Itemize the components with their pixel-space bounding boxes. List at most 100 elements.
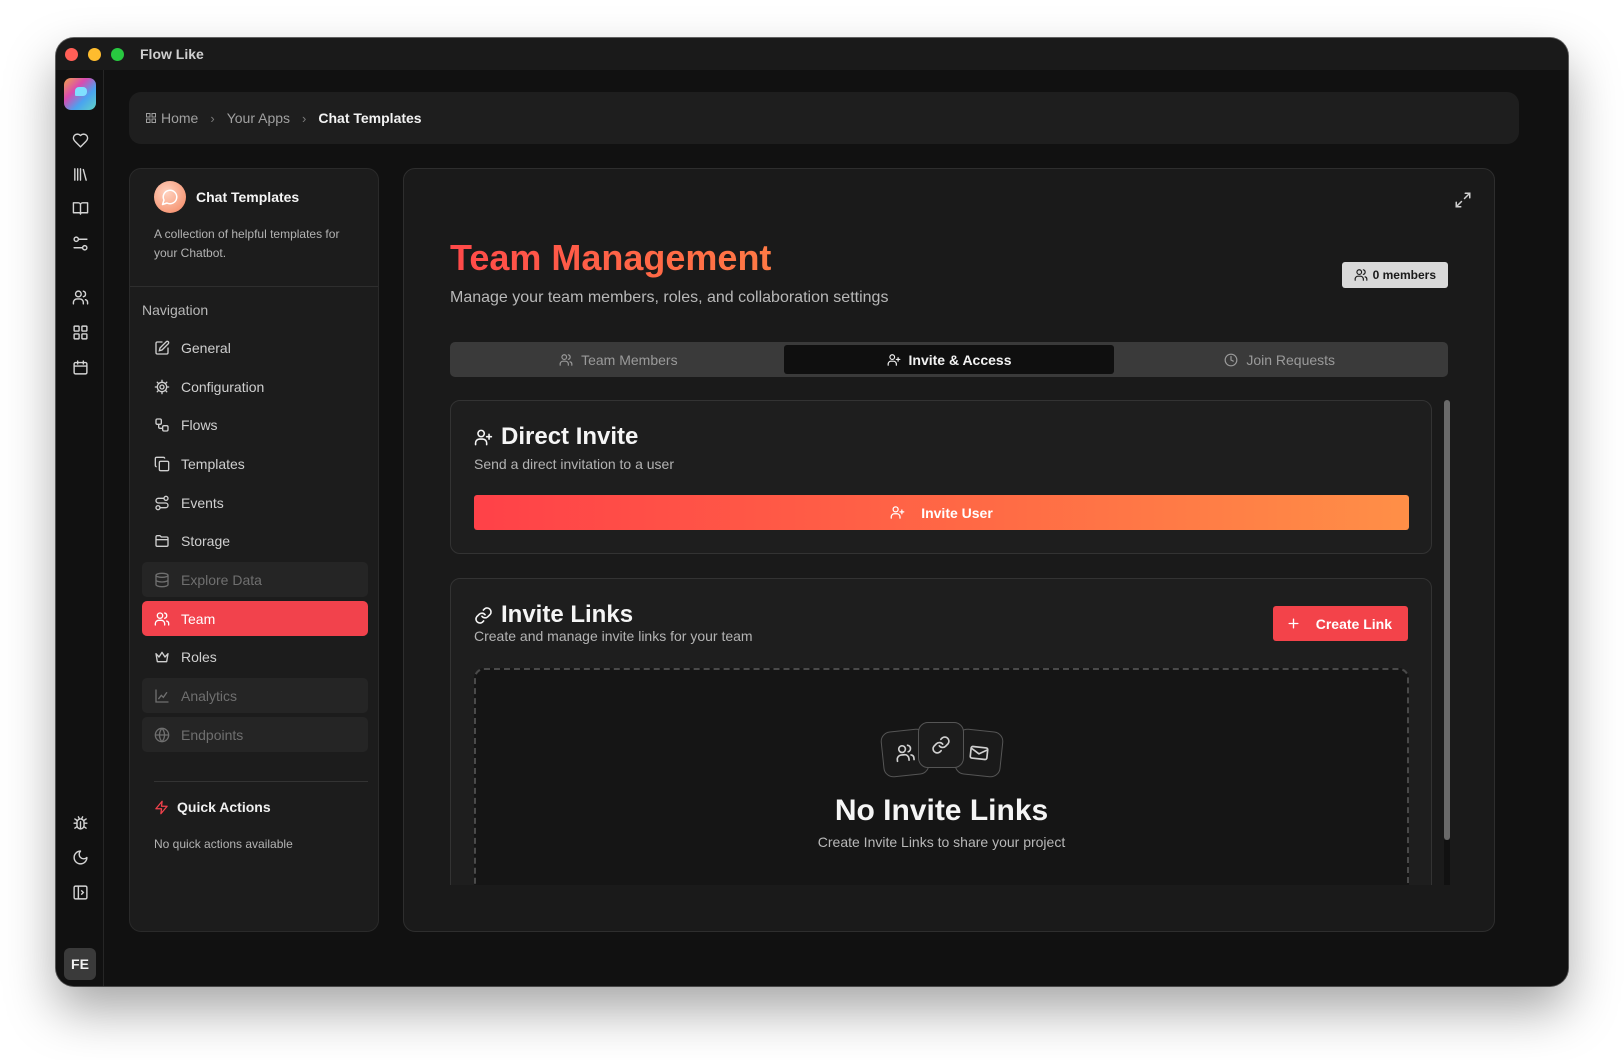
nav-item-roles[interactable]: Roles <box>142 639 368 674</box>
direct-invite-card: Direct Invite Send a direct invitation t… <box>450 400 1432 554</box>
crown-icon <box>155 651 169 662</box>
members-count-badge: 0 members <box>1341 262 1448 288</box>
nav-item-flows[interactable]: Flows <box>142 407 368 442</box>
nav-item-label: Storage <box>181 532 231 549</box>
moon-icon[interactable] <box>68 845 92 869</box>
page-title: Team Management <box>450 237 772 278</box>
calendar-icon[interactable] <box>68 355 92 379</box>
invite-user-button[interactable]: Invite User <box>474 495 1409 530</box>
window-title: Flow Like <box>140 46 204 62</box>
book-icon[interactable] <box>68 196 92 220</box>
direct-invite-title: Direct Invite <box>501 423 639 450</box>
icon-rail: FE <box>56 70 104 986</box>
invite-scroll-area[interactable]: Direct Invite Send a direct invitation t… <box>450 400 1450 885</box>
app-logo[interactable] <box>64 78 96 110</box>
page-subtitle: Manage your team members, roles, and col… <box>450 289 889 306</box>
nav-item-analytics: Analytics <box>142 678 368 713</box>
nav-item-label: Configuration <box>181 378 265 395</box>
clock-icon <box>1224 353 1238 366</box>
create-link-button[interactable]: Create Link <box>1272 606 1408 641</box>
nav-item-explore-data: Explore Data <box>142 562 368 597</box>
team-tabs: Team Members Invite & Access Join Reques… <box>450 342 1448 377</box>
tab-invite-access[interactable]: Invite & Access <box>783 345 1115 374</box>
empty-state-subtitle: Create Invite Links to share your projec… <box>817 834 1066 850</box>
create-link-label: Create Link <box>1315 615 1392 632</box>
users-icon <box>154 611 170 626</box>
users-icon <box>1354 269 1368 281</box>
user-plus-icon <box>887 353 900 366</box>
cog-icon <box>154 379 170 394</box>
tab-team-members[interactable]: Team Members <box>453 345 784 374</box>
nav-item-label: Templates <box>181 455 245 472</box>
users-icon <box>559 353 573 366</box>
invite-links-title: Invite Links <box>501 601 634 628</box>
invite-user-label: Invite User <box>921 504 993 521</box>
app-sidebar: Chat Templates A collection of helpful t… <box>129 168 379 932</box>
tab-label: Team Members <box>581 351 678 368</box>
grid-icon <box>146 113 156 123</box>
nav-item-label: Endpoints <box>181 726 244 743</box>
grid-icon[interactable] <box>68 320 92 344</box>
link-icon <box>475 606 492 624</box>
route-icon <box>155 495 169 510</box>
nav-item-endpoints: Endpoints <box>142 717 368 752</box>
users-icon[interactable] <box>68 285 92 309</box>
chat-bubble-icon <box>154 181 186 213</box>
globe-icon <box>154 727 170 742</box>
direct-invite-heading: Direct Invite <box>474 423 638 451</box>
plus-icon <box>1288 618 1299 629</box>
nav-item-label: Analytics <box>181 687 238 704</box>
main-content: Home › Your Apps › Chat Templates Chat T… <box>105 70 1568 986</box>
invite-links-subtitle: Create and manage invite links for your … <box>474 628 753 644</box>
panel-icon[interactable] <box>68 880 92 904</box>
nav-item-templates[interactable]: Templates <box>142 446 368 481</box>
chevron-right-icon: › <box>210 110 215 126</box>
sliders-icon[interactable] <box>68 231 92 255</box>
bug-icon[interactable] <box>68 810 92 834</box>
edit-icon <box>155 340 170 355</box>
nav-item-label: General <box>181 339 231 356</box>
scrollbar-track[interactable] <box>1444 840 1450 885</box>
breadcrumb-current: Chat Templates <box>318 110 421 126</box>
invite-links-card: Invite Links Create and manage invite li… <box>450 578 1432 885</box>
nav-item-label: Flows <box>181 416 218 433</box>
quick-actions-heading: Quick Actions <box>154 799 271 815</box>
database-icon <box>155 572 169 587</box>
invite-links-empty-state: No Invite Links Create Invite Links to s… <box>474 668 1409 885</box>
breadcrumb: Home › Your Apps › Chat Templates <box>129 92 1519 144</box>
breadcrumb-label: Chat Templates <box>318 110 422 126</box>
invite-links-heading: Invite Links <box>474 601 633 629</box>
heart-icon[interactable] <box>68 128 92 152</box>
folder-icon <box>155 534 169 547</box>
close-window-button[interactable] <box>65 48 78 61</box>
nav-item-label: Explore Data <box>181 571 262 588</box>
quick-actions-label: Quick Actions <box>177 799 271 815</box>
nav-item-label: Events <box>181 494 224 511</box>
app-name: Chat Templates <box>196 189 300 205</box>
nav-item-team[interactable]: Team <box>142 601 368 636</box>
nav-item-general[interactable]: General <box>142 330 368 365</box>
breadcrumb-home[interactable]: Home <box>145 110 198 126</box>
workflow-icon <box>155 417 169 432</box>
empty-state-title: No Invite Links <box>834 794 1049 827</box>
expand-icon[interactable] <box>1454 191 1472 209</box>
maximize-window-button[interactable] <box>111 48 124 61</box>
tab-join-requests[interactable]: Join Requests <box>1114 345 1445 374</box>
nav-item-events[interactable]: Events <box>142 485 368 520</box>
nav-item-label: Roles <box>181 648 217 665</box>
quick-actions-empty: No quick actions available <box>154 837 293 851</box>
team-management-panel: Team Management Manage your team members… <box>403 168 1495 932</box>
minimize-window-button[interactable] <box>88 48 101 61</box>
nav-item-configuration[interactable]: Configuration <box>142 369 368 404</box>
direct-invite-subtitle: Send a direct invitation to a user <box>474 456 675 472</box>
chart-icon <box>155 688 169 703</box>
nav-item-storage[interactable]: Storage <box>142 523 368 558</box>
user-avatar[interactable]: FE <box>64 948 96 980</box>
navigation-heading: Navigation <box>142 302 209 318</box>
breadcrumb-your-apps[interactable]: Your Apps <box>227 110 290 126</box>
app-header: Chat Templates A collection of helpful t… <box>130 169 378 287</box>
copy-icon <box>154 456 170 471</box>
scrollbar-thumb[interactable] <box>1444 400 1450 840</box>
library-icon[interactable] <box>68 162 92 186</box>
title-bar: Flow Like <box>56 38 1568 70</box>
